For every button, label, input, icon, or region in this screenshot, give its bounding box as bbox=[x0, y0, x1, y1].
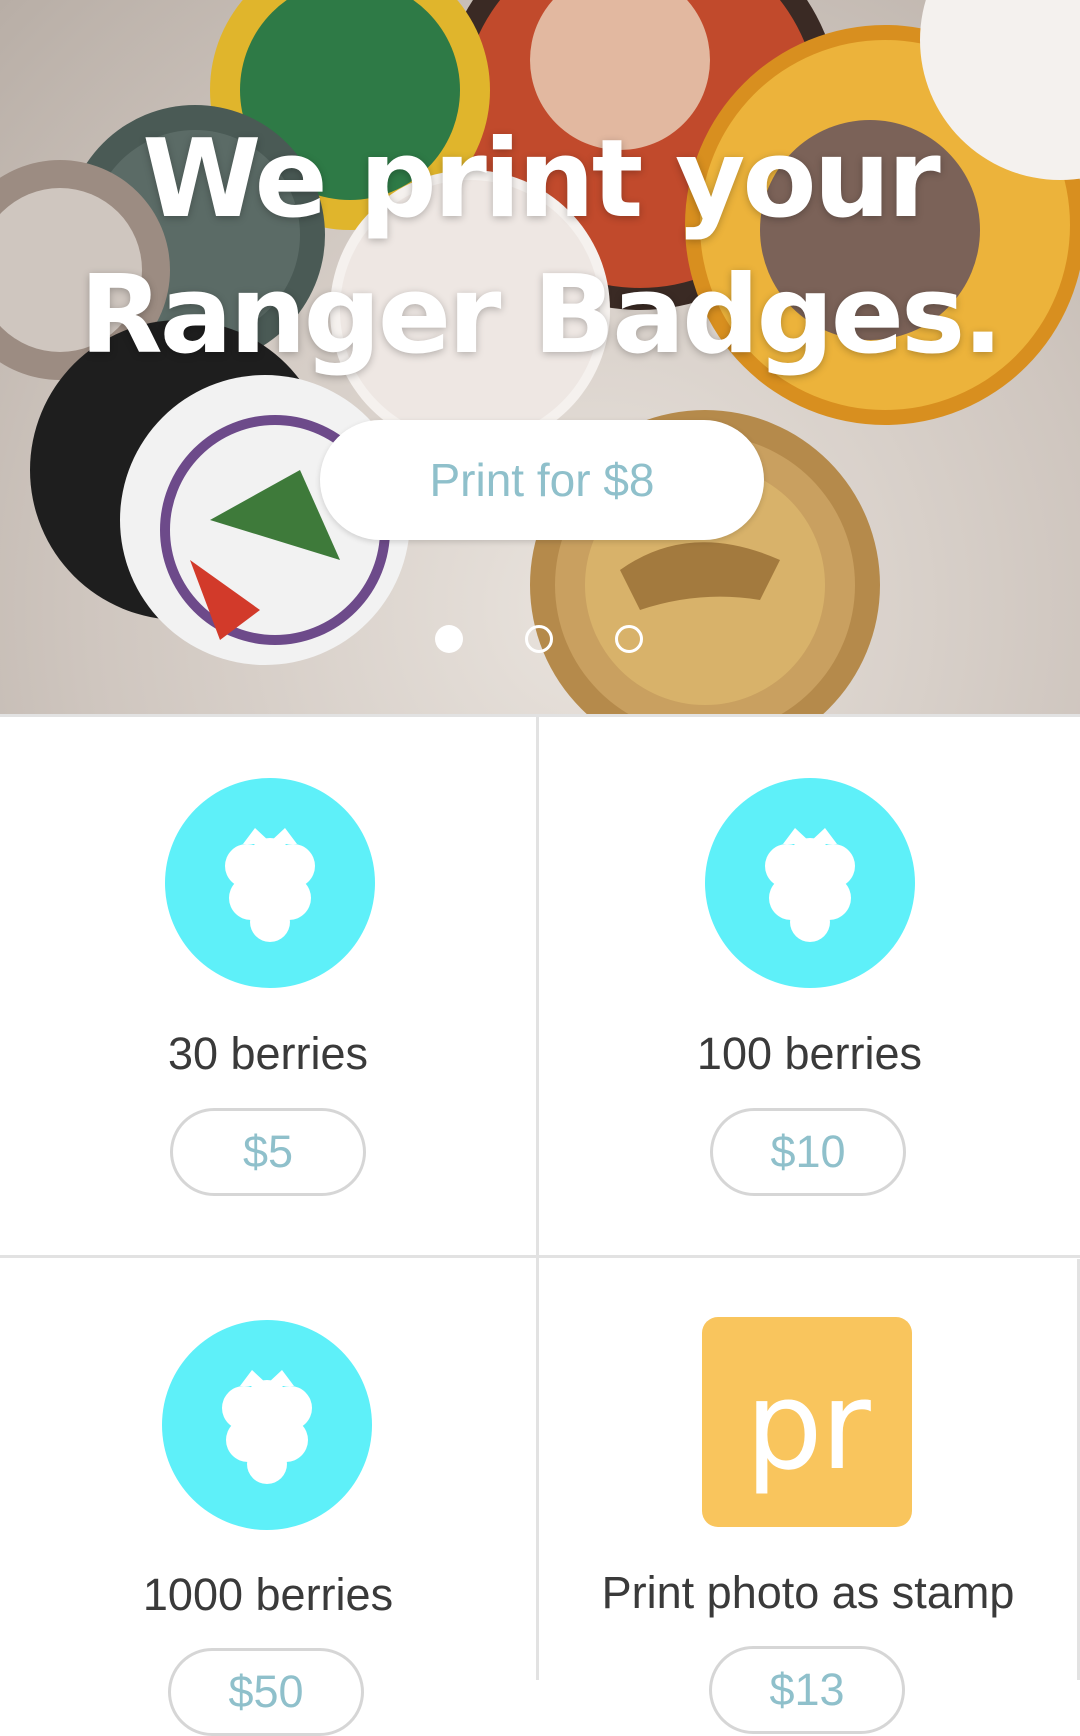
raspberry-icon bbox=[162, 1320, 372, 1530]
raspberry-icon bbox=[165, 778, 375, 988]
carousel-indicator bbox=[0, 625, 1080, 659]
print-cta-button[interactable]: Print for $8 bbox=[320, 420, 764, 540]
carousel-dot-2[interactable] bbox=[525, 625, 553, 653]
price-button[interactable]: $10 bbox=[710, 1108, 906, 1196]
product-card-100-berries[interactable]: 100 berries $10 bbox=[539, 717, 1080, 1255]
carousel-dot-3[interactable] bbox=[615, 625, 643, 653]
hero-banner: We print your Ranger Badges. Print for $… bbox=[0, 0, 1080, 714]
pr-icon-text: pr bbox=[745, 1355, 871, 1497]
hero-title-line-1: We print your bbox=[142, 117, 941, 242]
product-card-print-photo-stamp[interactable]: pr Print photo as stamp $13 bbox=[539, 1258, 1077, 1734]
price-button[interactable]: $50 bbox=[168, 1648, 364, 1736]
hero-title-line-2: Ranger Badges. bbox=[79, 253, 1004, 378]
product-grid: 30 berries $5 100 berries $10 1000 berri… bbox=[0, 714, 1080, 1736]
product-name: 100 berries bbox=[696, 1028, 923, 1079]
price-button[interactable]: $13 bbox=[709, 1646, 905, 1734]
product-card-1000-berries[interactable]: 1000 berries $50 bbox=[0, 1258, 536, 1736]
product-name: 30 berries bbox=[167, 1028, 369, 1079]
product-name: 1000 berries bbox=[142, 1569, 394, 1620]
raspberry-icon bbox=[705, 778, 915, 988]
product-card-30-berries[interactable]: 30 berries $5 bbox=[0, 717, 536, 1255]
carousel-dot-1[interactable] bbox=[435, 625, 463, 653]
product-name: Print photo as stamp bbox=[601, 1567, 1015, 1618]
pr-app-icon: pr bbox=[702, 1317, 912, 1527]
price-button[interactable]: $5 bbox=[170, 1108, 366, 1196]
hero-title: We print your Ranger Badges. bbox=[0, 112, 1080, 384]
